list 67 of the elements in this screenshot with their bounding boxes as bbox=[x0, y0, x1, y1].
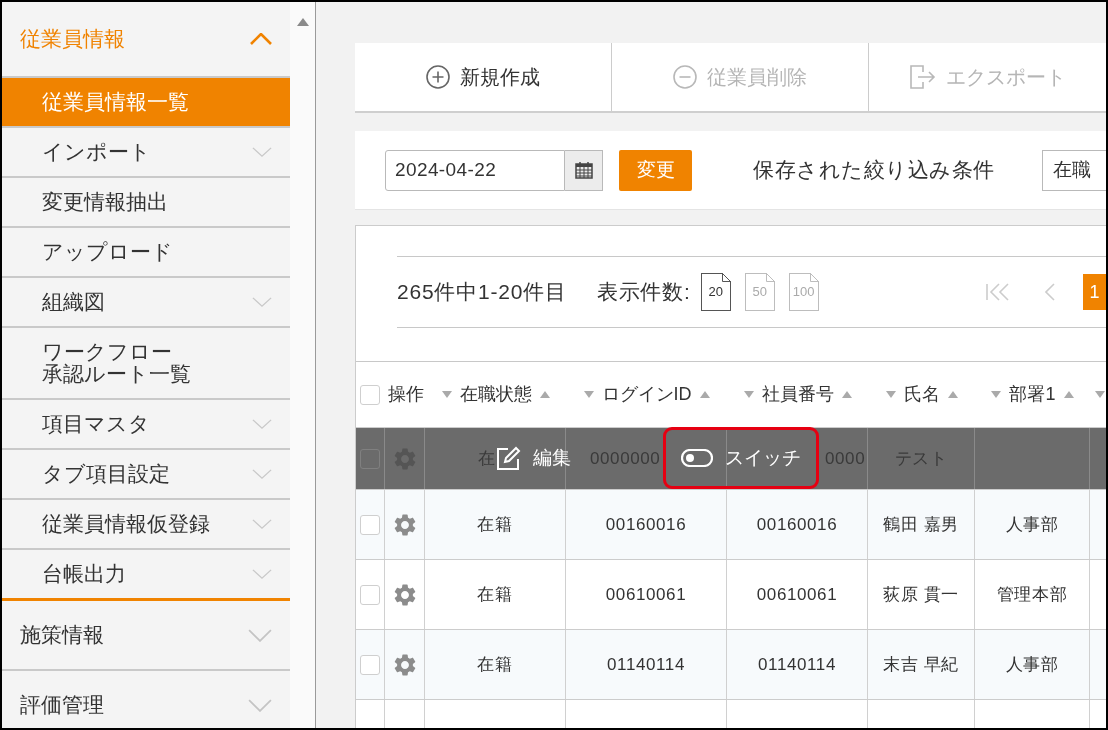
scroll-up-icon[interactable] bbox=[296, 18, 309, 26]
edit-button[interactable]: 編集 bbox=[495, 428, 571, 489]
sort-up-icon[interactable] bbox=[1063, 391, 1074, 398]
sort-down-icon[interactable] bbox=[441, 391, 452, 398]
export-icon bbox=[909, 65, 936, 89]
sort-down-icon[interactable] bbox=[583, 391, 594, 398]
chevron-down-icon bbox=[248, 698, 272, 712]
sort-up-icon[interactable] bbox=[947, 391, 958, 398]
row-checkbox[interactable] bbox=[360, 584, 380, 605]
table-cell-text: 管理本部 bbox=[996, 583, 1068, 606]
sort-down-icon[interactable] bbox=[885, 391, 896, 398]
sort-up-icon[interactable] bbox=[699, 391, 710, 398]
sort-up-icon[interactable] bbox=[539, 391, 550, 398]
table-cell-text: 00160016 bbox=[756, 513, 838, 536]
table-cell-text: 00160016 bbox=[605, 513, 687, 536]
toggle-icon bbox=[681, 449, 713, 467]
folded-corner-icon bbox=[765, 273, 775, 282]
table-cell-text: 末吉 早紀 bbox=[883, 653, 959, 676]
edit-icon bbox=[495, 445, 521, 472]
new-button[interactable]: 新規作成 bbox=[355, 43, 612, 111]
page-size-label: 表示件数: bbox=[596, 279, 691, 306]
sort-up-icon[interactable] bbox=[841, 391, 852, 398]
folded-corner-icon bbox=[721, 273, 731, 282]
scrollbar-track[interactable] bbox=[290, 2, 316, 728]
table-cell-text: 01140114 bbox=[607, 653, 685, 676]
saved-filter-label: 保存された絞り込み条件 bbox=[753, 157, 995, 184]
table-cell-text: 鶴田 嘉男 bbox=[883, 513, 959, 536]
plus-circle-icon bbox=[426, 65, 450, 89]
chevron-up-icon bbox=[250, 33, 272, 45]
column-header[interactable]: 社員番号 bbox=[761, 381, 834, 408]
sort-down-icon[interactable] bbox=[743, 391, 754, 398]
sidebar-item[interactable]: 台帳出力 bbox=[2, 550, 290, 598]
record-count: 265件中1-20件目 bbox=[397, 279, 567, 306]
table-cell-text: 00610061 bbox=[756, 583, 838, 606]
table-row[interactable]: 在籍 01140114 01140114 末吉 早紀 人事部 bbox=[356, 629, 1106, 699]
table-cell-text: 在籍 bbox=[477, 653, 513, 676]
table-cell-text: 00610061 bbox=[605, 583, 687, 606]
date-field[interactable]: 2024-04-22 bbox=[385, 149, 565, 191]
column-header[interactable]: 在職状態 bbox=[459, 381, 532, 408]
sort-down-icon[interactable] bbox=[991, 391, 1002, 398]
gear-icon[interactable] bbox=[393, 653, 416, 676]
gear-icon[interactable] bbox=[393, 513, 416, 536]
gear-icon[interactable] bbox=[393, 583, 416, 606]
sort-down-icon[interactable] bbox=[1095, 391, 1105, 398]
select-all-checkbox[interactable] bbox=[360, 384, 380, 405]
table-cell-text: 在籍 bbox=[477, 513, 513, 536]
switch-button[interactable]: スイッチ bbox=[681, 443, 801, 473]
table-cell-text: 在籍 bbox=[477, 583, 513, 606]
minus-circle-icon bbox=[673, 65, 697, 89]
table-cell-text: 01140114 bbox=[758, 653, 836, 676]
row-checkbox[interactable] bbox=[360, 654, 380, 675]
column-header[interactable]: ログインID bbox=[601, 381, 692, 408]
table-cell-text: 人事部 bbox=[1005, 653, 1059, 676]
calendar-icon bbox=[574, 161, 593, 179]
chevron-down-icon bbox=[248, 628, 272, 642]
table-row[interactable]: 在籍 00610061 00610061 荻原 貫一 管理本部 bbox=[356, 559, 1106, 629]
table-row[interactable]: 在籍 00160016 00160016 鶴田 嘉男 人事部 bbox=[356, 489, 1106, 559]
table-cell-text: 人事部 bbox=[1005, 513, 1059, 536]
folded-corner-icon bbox=[809, 273, 819, 282]
saved-filter-select[interactable]: 在職 bbox=[1042, 149, 1106, 191]
column-header[interactable]: 部署1 bbox=[1009, 381, 1056, 408]
table-cell-text: 荻原 貫一 bbox=[883, 583, 959, 606]
row-checkbox[interactable] bbox=[360, 514, 380, 535]
calendar-button[interactable] bbox=[565, 149, 603, 191]
column-header: 操作 bbox=[388, 383, 424, 406]
column-header[interactable]: 氏名 bbox=[903, 381, 940, 408]
page-size-option[interactable]: 20 bbox=[700, 273, 731, 311]
